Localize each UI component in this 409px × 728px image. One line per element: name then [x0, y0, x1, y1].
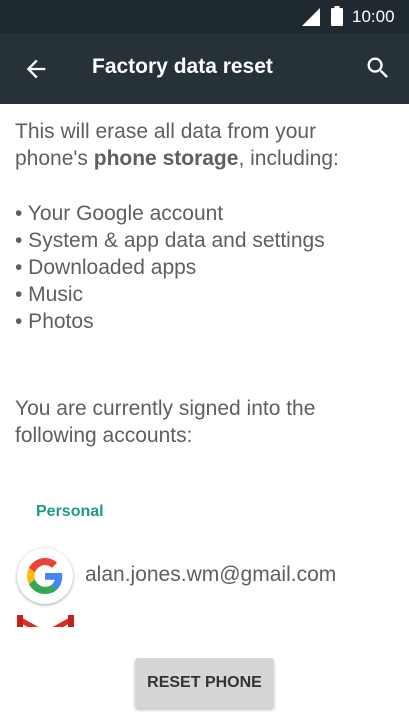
list-item: • Photos: [15, 310, 94, 333]
status-bar: 10:00: [0, 0, 409, 33]
list-item: • Music: [15, 283, 84, 306]
avatar: [17, 548, 73, 604]
warning-prefix: phone's: [15, 147, 94, 170]
list-item: • Your Google account: [15, 202, 224, 225]
battery-icon: [331, 6, 343, 26]
warning-storage-bold: phone storage: [93, 147, 239, 170]
gmail-icon: [17, 615, 74, 627]
warning-suffix: , including:: [238, 147, 339, 170]
status-time: 10:00: [352, 7, 395, 26]
accounts-intro-line-2: following accounts:: [15, 424, 193, 447]
page-title: Factory data reset: [92, 55, 273, 78]
section-header-personal: Personal: [36, 503, 104, 520]
signal-icon: [302, 8, 320, 26]
google-icon: [27, 558, 63, 594]
erase-list: • Your Google account • System & app dat…: [15, 200, 395, 335]
arrow-left-icon[interactable]: [22, 55, 50, 83]
search-icon[interactable]: [364, 54, 392, 82]
account-email: alan.jones.wm@gmail.com: [85, 563, 337, 586]
list-item: • Downloaded apps: [15, 256, 197, 279]
erase-warning: This will erase all data from your phone…: [15, 118, 395, 172]
reset-phone-button[interactable]: RESET PHONE: [135, 658, 274, 708]
accounts-intro: You are currently signed into the follow…: [15, 395, 395, 449]
list-item: • System & app data and settings: [15, 229, 325, 252]
account-item: alan.jones.wm@gmail.com: [17, 546, 397, 606]
warning-line-1: This will erase all data from your: [15, 120, 317, 143]
accounts-intro-line-1: You are currently signed into the: [15, 397, 316, 420]
warning-line-2: phone's phone storage, including:: [15, 145, 395, 172]
app-bar: Factory data reset: [0, 33, 409, 104]
